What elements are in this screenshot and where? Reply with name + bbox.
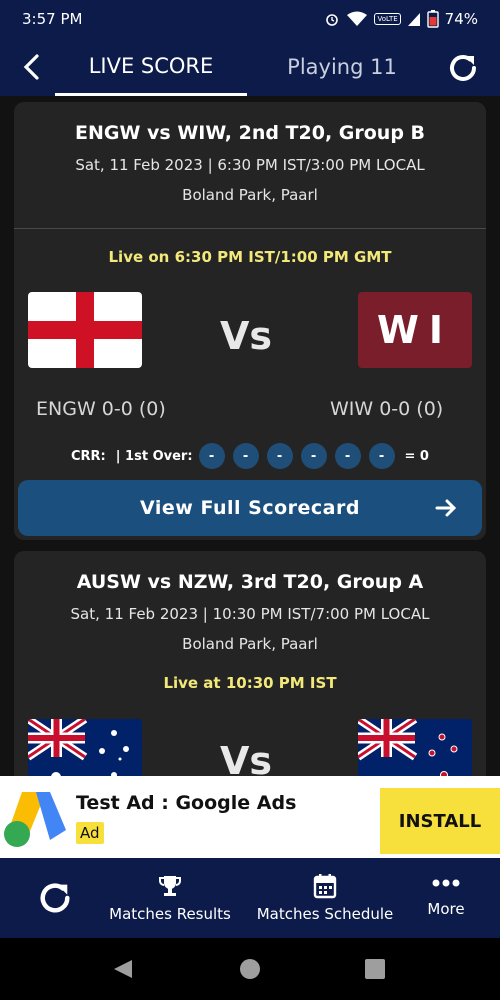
over-label: | 1st Over: xyxy=(115,448,193,464)
signal-icon xyxy=(407,13,420,26)
nav-label: Matches Schedule xyxy=(256,905,394,923)
nav-label: Matches Results xyxy=(109,905,231,923)
refresh-icon xyxy=(40,883,70,913)
england-flag xyxy=(28,292,142,368)
status-bar: 3:57 PM VoLTE 74% xyxy=(0,0,500,38)
arrow-right-icon xyxy=(435,499,457,517)
match-title: ENGW vs WIW, 2nd T20, Group B xyxy=(74,122,426,144)
divider xyxy=(14,228,486,229)
system-navigation-bar xyxy=(0,938,500,1000)
ball-indicator: - xyxy=(334,443,361,469)
vs-label: Vs xyxy=(220,314,273,358)
match-datetime: Sat, 11 Feb 2023 | 6:30 PM IST/3:00 PM L… xyxy=(75,156,425,174)
google-ads-logo-icon xyxy=(4,792,66,847)
app-header: LIVE SCORE Playing 11 xyxy=(0,38,500,96)
install-button[interactable]: INSTALL xyxy=(380,788,500,854)
ball-indicator: - xyxy=(232,443,259,469)
team1-score: ENGW 0-0 (0) xyxy=(36,398,166,420)
refresh-icon xyxy=(450,55,476,81)
nav-more[interactable]: More xyxy=(410,858,482,938)
scorecard-button-label: View Full Scorecard xyxy=(140,497,360,519)
bottom-nav: Matches Results Matches Schedule More xyxy=(0,858,500,938)
volte-icon: VoLTE xyxy=(374,13,401,25)
ad-banner[interactable]: Test Ad : Google Ads Ad INSTALL xyxy=(0,776,500,858)
battery-percent: 74% xyxy=(444,10,478,28)
match-venue: Boland Park, Paarl xyxy=(182,635,318,653)
back-button[interactable] xyxy=(14,50,48,84)
west-indies-flag: WI xyxy=(358,292,472,368)
system-back-icon[interactable] xyxy=(112,958,134,980)
nav-matches-results[interactable]: Matches Results xyxy=(100,858,240,938)
ad-badge: Ad xyxy=(76,822,104,844)
nav-matches-schedule[interactable]: Matches Schedule xyxy=(250,858,400,938)
trophy-icon xyxy=(159,876,181,896)
ad-title: Test Ad : Google Ads xyxy=(76,792,297,814)
live-time-text: Live at 10:30 PM IST xyxy=(163,674,337,692)
match-list[interactable]: ENGW vs WIW, 2nd T20, Group B Sat, 11 Fe… xyxy=(0,96,500,776)
current-over-row: CRR: | 1st Over: - - - - - - = 0 xyxy=(14,442,486,470)
australia-flag xyxy=(28,719,142,776)
more-dots-icon xyxy=(432,879,460,887)
crr-label: CRR: xyxy=(71,448,106,464)
back-arrow-icon xyxy=(23,54,39,80)
view-full-scorecard-button[interactable]: View Full Scorecard xyxy=(18,480,482,536)
match-venue: Boland Park, Paarl xyxy=(182,186,318,204)
nav-refresh[interactable] xyxy=(20,858,90,938)
match-card[interactable]: AUSW vs NZW, 3rd T20, Group A Sat, 11 Fe… xyxy=(14,551,486,776)
team2-score: WIW 0-0 (0) xyxy=(330,398,444,420)
wifi-icon xyxy=(347,11,368,26)
system-home-icon[interactable] xyxy=(239,958,261,980)
match-datetime: Sat, 11 Feb 2023 | 10:30 PM IST/7:00 PM … xyxy=(70,605,430,623)
ball-indicator: - xyxy=(368,443,395,469)
match-card[interactable]: ENGW vs WIW, 2nd T20, Group B Sat, 11 Fe… xyxy=(14,102,486,540)
live-time-text: Live on 6:30 PM IST/1:00 PM GMT xyxy=(108,248,392,266)
over-total: = 0 xyxy=(404,448,429,464)
calendar-icon xyxy=(313,874,337,899)
status-icons: VoLTE 74% xyxy=(324,10,478,28)
battery-icon xyxy=(426,10,439,28)
refresh-button[interactable] xyxy=(444,49,482,87)
ball-indicator: - xyxy=(198,443,225,469)
match-title: AUSW vs NZW, 3rd T20, Group A xyxy=(76,571,424,593)
nav-label: More xyxy=(427,900,465,918)
system-recents-icon[interactable] xyxy=(365,959,385,979)
alarm-icon xyxy=(326,14,339,26)
tab-live-score[interactable]: LIVE SCORE xyxy=(55,38,247,96)
status-time: 3:57 PM xyxy=(22,10,83,28)
west-indies-flag-text: WI xyxy=(376,308,454,352)
vs-label: Vs xyxy=(220,739,273,776)
new-zealand-flag xyxy=(358,719,472,776)
tab-playing-11[interactable]: Playing 11 xyxy=(262,38,422,96)
ball-indicator: - xyxy=(300,443,327,469)
ball-indicator: - xyxy=(266,443,293,469)
